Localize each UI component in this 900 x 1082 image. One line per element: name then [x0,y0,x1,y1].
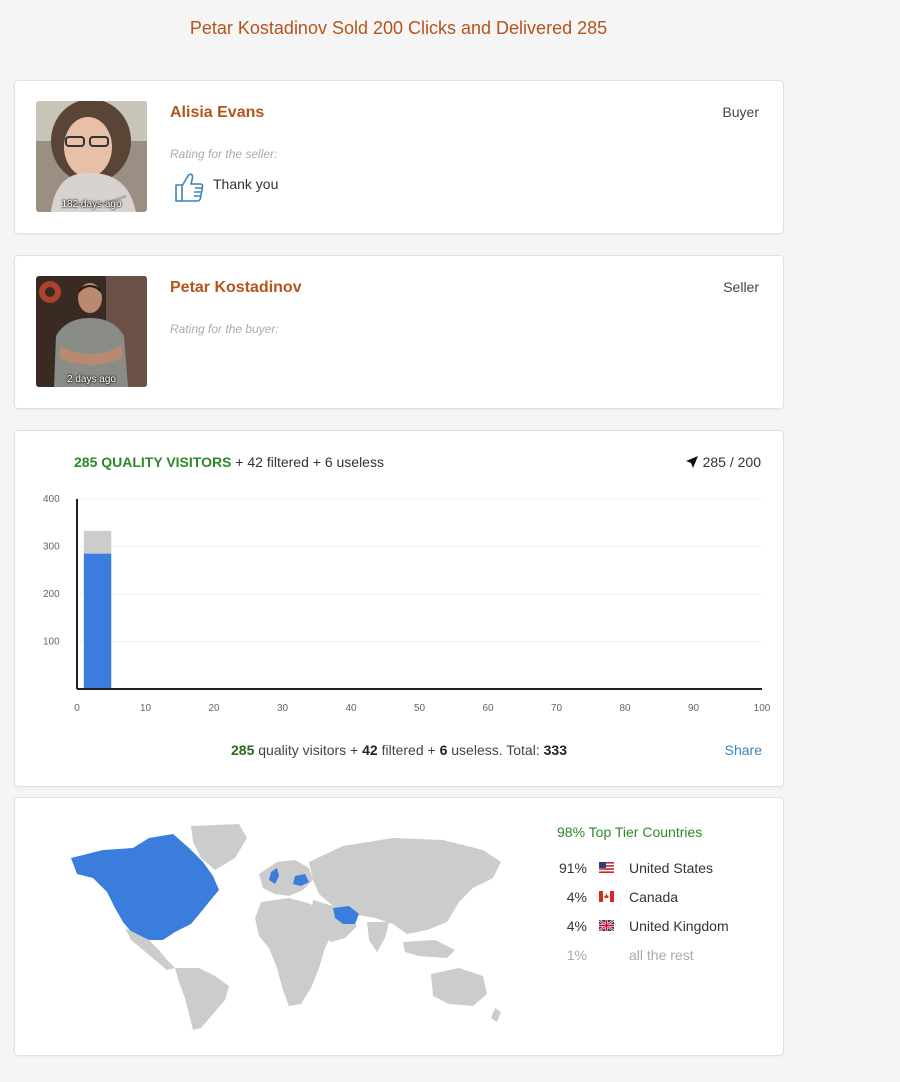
share-link[interactable]: Share [725,742,762,758]
buyer-review-card: 182 days ago Alisia Evans Buyer Rating f… [14,80,784,234]
traffic-headline: 285 QUALITY VISITORS + 42 filtered + 6 u… [74,454,384,470]
bar-filtered-useless [83,530,112,554]
map-region-south-america [175,968,229,1030]
traffic-chart: 100 200 300 400 0 10 20 30 40 50 60 70 80 90 100 [43,494,771,714]
x-tick-label: 70 [551,703,563,714]
filtered-useless-headline: + 42 filtered + 6 useless [231,454,384,470]
uk-flag-icon [599,920,614,931]
summary-quality-text: quality visitors + [254,742,363,758]
traffic-summary: 285 quality visitors + 42 filtered + 6 u… [15,742,783,758]
x-tick-label: 30 [277,703,289,714]
delivery-ratio-value: 285 / 200 [702,454,761,470]
y-tick-label: 400 [43,494,60,505]
country-row: 4% United Kingdom [535,918,775,938]
country-pct: 91% [558,860,587,876]
x-tick-label: 90 [688,703,700,714]
x-tick-label: 100 [754,703,771,714]
bar-quality [83,553,112,689]
world-map [71,824,501,1030]
us-flag-icon [599,862,614,873]
buyer-review-age: 182 days ago [61,199,122,210]
y-tick-label: 200 [43,589,60,600]
country-row: 91% United States [535,860,775,880]
map-region-india [367,922,389,952]
page-title: Petar Kostadinov Sold 200 Clicks and Del… [189,18,608,38]
delivery-ratio: 285 / 200 [685,454,761,470]
thumbs-up-icon [173,171,205,203]
map-region-southeast-asia [403,940,455,958]
top-tier-label: 98% Top Tier Countries [557,824,703,840]
country-pct: 4% [566,889,587,905]
seller-rating-label: Rating for the seller: [170,147,278,161]
summary-useless-text: useless. Total: [447,742,544,758]
seller-review-age: 2 days ago [67,374,116,385]
country-name: Canada [629,889,679,905]
seller-name[interactable]: Petar Kostadinov [170,279,302,297]
summary-total-count: 333 [543,742,567,758]
buyer-name[interactable]: Alisia Evans [170,104,264,122]
summary-filtered-text: filtered + [377,742,440,758]
map-region-new-zealand [491,1008,501,1022]
country-row-rest: 1% all the rest [535,947,775,967]
country-row: 4% Canada [535,889,775,909]
seller-review-card: 2 days ago Petar Kostadinov Seller Ratin… [14,255,784,409]
location-arrow-icon [685,456,698,468]
seller-role: Seller [723,279,759,295]
country-pct: 4% [566,918,587,934]
summary-quality-count: 285 [231,742,255,758]
quality-visitors-headline: 285 QUALITY VISITORS [74,454,232,470]
buyer-comment: Thank you [213,176,279,192]
x-tick-label: 10 [140,703,152,714]
x-tick-label: 40 [345,703,357,714]
summary-filtered-count: 42 [362,742,378,758]
buyer-role: Buyer [722,104,759,120]
buyer-avatar[interactable]: 182 days ago [36,101,147,212]
y-tick-label: 100 [43,637,60,648]
x-tick-label: 20 [208,703,220,714]
map-region-australia [431,968,487,1006]
country-name: United Kingdom [629,918,729,934]
geo-card: 98% Top Tier Countries 91% United States… [14,797,784,1056]
seller-avatar[interactable]: 2 days ago [36,276,147,387]
map-region-north-america [71,834,219,940]
x-tick-label: 80 [619,703,631,714]
country-name: United States [629,860,714,876]
x-tick-label: 60 [482,703,494,714]
country-name: all the rest [629,947,694,963]
traffic-card: 285 QUALITY VISITORS + 42 filtered + 6 u… [14,430,784,787]
buyer-rating-label: Rating for the buyer: [170,322,279,336]
x-tick-label: 0 [74,703,80,714]
y-tick-label: 300 [43,542,60,553]
x-tick-label: 50 [414,703,426,714]
country-pct: 1% [566,947,587,963]
ca-flag-icon [599,891,614,902]
